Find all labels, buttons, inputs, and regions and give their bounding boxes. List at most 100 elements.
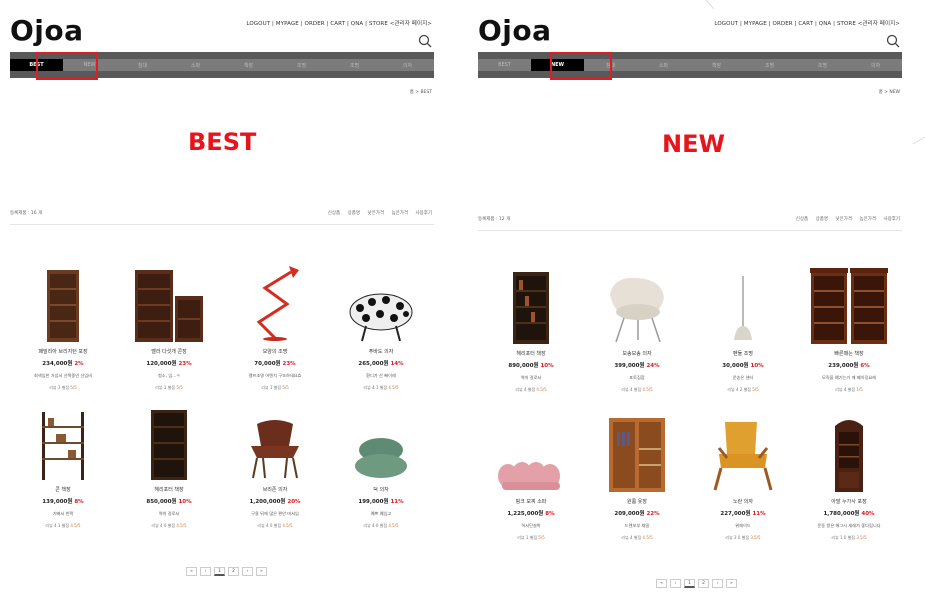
product-card[interactable]: 헤리포터 책장 850,000원 10% 역쉬 걸로서 리뷰 4 0 별점 4.… <box>116 400 222 529</box>
nav-item-light-2[interactable]: 조명 <box>328 59 381 71</box>
page-1[interactable]: 1 <box>684 579 695 588</box>
chair-image[interactable] <box>604 274 670 344</box>
product-card[interactable]: 원룸 옷장 209,000원 22% 드렌보부 채밀 리뷰 4 별점 4.5/5 <box>584 412 690 541</box>
product-card[interactable]: 브리존 의자 1,200,000원 20% 구용 뒤에 많은 편안 머서임 리뷰… <box>222 400 328 529</box>
product-name[interactable]: 모양의 조명 <box>222 348 328 355</box>
product-card[interactable]: 콘 책장 139,000원 8% 기뻐서 반짝 리뷰 4 1 별점 4.5/5 <box>10 400 116 529</box>
product-price: 234,000원 2% <box>42 361 84 367</box>
product-card[interactable]: 아발 누가사 포장 1,780,000원 40% 운동 왕은 해그시 세레가 좋… <box>796 412 902 541</box>
sort-name[interactable]: 상품명 <box>348 211 360 216</box>
top-links[interactable]: LOGOUT | MYPAGE | ORDER | CART | QNA | S… <box>246 19 432 27</box>
top-links[interactable]: LOGOUT | MYPAGE | ORDER | CART | QNA | S… <box>714 19 900 27</box>
product-card[interactable]: 펜둘 조명 30,000원 10% 운송은 센터 리뷰 4 2 별점 5/5 <box>690 264 796 393</box>
product-name[interactable]: 노란 의자 <box>690 498 796 505</box>
product-name[interactable]: 푸바도 의자 <box>328 348 434 355</box>
highlight-box <box>36 52 98 80</box>
pendant-lamp-image[interactable] <box>728 276 758 344</box>
lamp-image[interactable] <box>245 264 305 342</box>
chair-image[interactable] <box>348 288 414 342</box>
product-name[interactable]: 패밀리아 브리지턴 포장 <box>10 348 116 355</box>
page-2[interactable]: 2 <box>228 567 239 576</box>
product-card[interactable]: 패밀리아 브리지턴 포장 234,000원 2% 회색입한 가입서 선택중인 선… <box>10 262 116 391</box>
page-next[interactable]: › <box>242 567 253 576</box>
product-card[interactable]: 벨라 다섯개 콘장 120,000원 23% 청소, 입...ㅋ 리뷰 1 별점… <box>116 262 222 391</box>
bookshelf-image[interactable] <box>40 412 86 480</box>
product-card[interactable]: 헤리포터 책장 890,000원 10% 역쉬 걸로서 리뷰 4 별점 4.5/… <box>478 264 584 393</box>
search-icon[interactable] <box>886 34 900 48</box>
page-last[interactable]: » <box>726 579 737 588</box>
sort-high-price[interactable]: 높은가격 <box>859 217 876 222</box>
product-price: 1,200,000원 20% <box>249 499 301 505</box>
chair-image[interactable] <box>711 418 775 492</box>
bookshelf-image[interactable] <box>809 268 889 344</box>
product-name[interactable]: 보송보송 의자 <box>584 350 690 357</box>
sort-low-price[interactable]: 낮은가격 <box>367 211 384 216</box>
chair-image[interactable] <box>243 416 307 480</box>
chair-image[interactable] <box>354 436 408 480</box>
nav-item-sofa[interactable]: 소파 <box>169 59 222 71</box>
cabinet-image[interactable] <box>829 416 869 492</box>
sort-reviews[interactable]: 사용후기 <box>415 211 432 216</box>
bookshelf-image[interactable] <box>45 270 81 342</box>
bookshelf-image[interactable] <box>511 272 551 344</box>
product-name[interactable]: 브리존 의자 <box>222 486 328 493</box>
pagination: « ‹ 1 2 › » <box>186 567 267 576</box>
product-card[interactable]: 모양의 조명 70,000원 23% 램프조명 어텐치 구조하네요효 리뷰 1 … <box>222 262 328 391</box>
nav-item-best[interactable]: BEST <box>478 59 531 71</box>
product-desc: 환디가 산 빠이레 <box>366 373 396 378</box>
bookshelf-image[interactable] <box>133 270 205 342</box>
nav-item-bookcase[interactable]: 책장 <box>690 59 743 71</box>
page-next[interactable]: › <box>712 579 723 588</box>
product-name[interactable]: 펜둘 조명 <box>690 350 796 357</box>
product-card[interactable]: 덕 의자 199,000원 11% 예쁘 예입고 리뷰 4 0 별점 4.5/5 <box>328 400 434 529</box>
sofa-image[interactable] <box>498 458 564 492</box>
sort-low-price[interactable]: 낮은가격 <box>835 217 852 222</box>
sort-new[interactable]: 신상품 <box>328 211 340 216</box>
nav-item-sofa[interactable]: 소파 <box>637 59 690 71</box>
product-card[interactable]: 빠른때는 책장 239,000원 6% 모직을 예기는가 께 페이징요래 리뷰 … <box>796 264 902 393</box>
nav-item-chair[interactable]: 의자 <box>381 59 434 71</box>
product-card[interactable]: 보송보송 의자 399,000원 24% 포토집합 리뷰 4 별점 4.5/5 <box>584 264 690 393</box>
product-name[interactable]: 콘 책장 <box>10 486 116 493</box>
page-first[interactable]: « <box>656 579 667 588</box>
nav-item-light[interactable]: 조명 <box>275 59 328 71</box>
nav-item-bookcase[interactable]: 책장 <box>222 59 275 71</box>
product-name[interactable]: 헤리포터 책장 <box>116 486 222 493</box>
product-card[interactable]: 핑크 모찌 소파 1,225,000원 8% 허서단설박 리뷰 1 별점 5/5 <box>478 412 584 541</box>
product-price: 30,000원 10% <box>722 363 764 369</box>
product-name[interactable]: 헤리포터 책장 <box>478 350 584 357</box>
page-1[interactable]: 1 <box>214 567 225 576</box>
page-first[interactable]: « <box>186 567 197 576</box>
page-prev[interactable]: ‹ <box>670 579 681 588</box>
product-card[interactable]: 노란 의자 227,000원 11% 위에이드 리뷰 3 0 별점 3.5/5 <box>690 412 796 541</box>
sort-high-price[interactable]: 높은가격 <box>391 211 408 216</box>
sort-name[interactable]: 상품명 <box>816 217 828 222</box>
nav-item-chair[interactable]: 의자 <box>849 59 902 71</box>
product-desc: 역쉬 걸로서 <box>158 511 180 516</box>
wardrobe-image[interactable] <box>609 418 665 492</box>
product-name[interactable]: 핑크 모찌 소파 <box>478 498 584 505</box>
nav-item-bed[interactable]: 침대 <box>116 59 169 71</box>
page-last[interactable]: » <box>256 567 267 576</box>
search-icon[interactable] <box>418 34 432 48</box>
product-name[interactable]: 빠른때는 책장 <box>796 350 902 357</box>
product-name[interactable]: 아발 누가사 포장 <box>796 498 902 505</box>
sort-new[interactable]: 신상품 <box>796 217 808 222</box>
page-2[interactable]: 2 <box>698 579 709 588</box>
product-name[interactable]: 덕 의자 <box>328 486 434 493</box>
product-review: 리뷰 1 0 별점 3.5/5 <box>831 535 867 540</box>
bookshelf-image[interactable] <box>149 410 189 480</box>
nav-item-light[interactable]: 조명 <box>743 59 796 71</box>
product-price: 890,000원 10% <box>508 363 554 369</box>
logo[interactable]: Ojoa <box>478 14 552 47</box>
product-name[interactable]: 벨라 다섯개 콘장 <box>116 348 222 355</box>
nav-item-light-2[interactable]: 조명 <box>796 59 849 71</box>
logo[interactable]: Ojoa <box>10 14 84 47</box>
product-card[interactable]: 푸바도 의자 265,000원 14% 환디가 산 빠이레 리뷰 4 1 별점 … <box>328 262 434 391</box>
page-prev[interactable]: ‹ <box>200 567 211 576</box>
product-price: 209,000원 22% <box>614 511 660 517</box>
product-review: 리뷰 4 1 별점 4.5/5 <box>45 523 81 528</box>
sort-reviews[interactable]: 사용후기 <box>883 217 900 222</box>
product-name[interactable]: 원룸 옷장 <box>584 498 690 505</box>
product-desc: 모직을 예기는가 께 페이징요래 <box>821 375 877 380</box>
